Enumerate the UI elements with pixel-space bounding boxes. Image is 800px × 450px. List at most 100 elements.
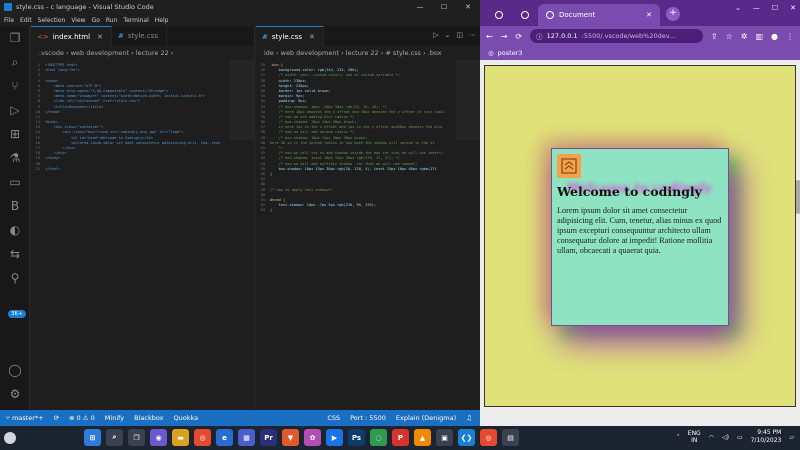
chrome-icon[interactable]: ◎	[194, 429, 211, 446]
close-tab-icon[interactable]: ✕	[309, 33, 315, 41]
menu-edit[interactable]: Edit	[20, 17, 32, 24]
reload-icon[interactable]: ⟳	[515, 32, 522, 41]
taskbar-search-icon[interactable]: ⌕	[106, 429, 123, 446]
run-icon[interactable]: ▷	[433, 31, 438, 39]
blackbox-icon[interactable]: B	[0, 194, 30, 218]
store-icon[interactable]: ▦	[238, 429, 255, 446]
language-mode[interactable]: CSS	[327, 414, 340, 422]
browser-tab-1[interactable]	[486, 4, 512, 26]
calculator-icon[interactable]: ▤	[502, 429, 519, 446]
remote-explorer-icon[interactable]: ▭	[0, 170, 30, 194]
menu-run[interactable]: Run	[106, 17, 118, 24]
settings-gear-icon[interactable]: ⚙	[0, 382, 30, 406]
code-line[interactable]: 53}	[256, 208, 480, 213]
volume-icon[interactable]: ◁)	[722, 434, 729, 441]
premiere-icon[interactable]: Pr	[260, 429, 277, 446]
minify-status[interactable]: Minify	[105, 414, 124, 422]
teams-chat-icon[interactable]: ◉	[150, 429, 167, 446]
notifications-icon[interactable]: ▱	[789, 434, 794, 441]
code-area-html[interactable]: 1 <!DOCTYPE html> 2 <html lang="en"> 3 4 <head…	[31, 60, 254, 172]
brave-icon[interactable]: ▼	[282, 429, 299, 446]
extensions-puzzle-icon[interactable]: ✲	[741, 32, 748, 41]
breadcrumb[interactable]: ide › web development › lecture 22 › # s…	[256, 46, 480, 60]
live-share-icon[interactable]: ⇆	[0, 242, 30, 266]
battery-icon[interactable]: ▭	[737, 434, 743, 441]
close-button[interactable]: ✕	[790, 4, 796, 12]
notifications-bell-icon[interactable]: ♫	[466, 414, 472, 422]
chrome-active-icon[interactable]: ◎	[480, 429, 497, 446]
blackbox-status[interactable]: Blackbox	[134, 414, 163, 422]
menu-selection[interactable]: Selection	[38, 17, 66, 24]
profile-avatar-icon[interactable]: ●	[771, 32, 778, 41]
wifi-icon[interactable]: ◠	[709, 434, 714, 441]
minimap[interactable]	[456, 60, 480, 140]
photoshop-icon[interactable]: Ps	[348, 429, 365, 446]
minimize-button[interactable]: —	[408, 0, 432, 14]
input-language[interactable]: ENG IN	[688, 430, 701, 444]
account-icon[interactable]: ◯	[0, 358, 30, 382]
code-area-css[interactable]: 25 .box {26 background-color: rgb(144, 23…	[256, 60, 480, 213]
address-bar[interactable]: ⓘ 127.0.0.1:5500/.vscode/web%20dev...	[530, 29, 703, 43]
menu-kebab-icon[interactable]: ⋮	[786, 32, 794, 41]
quokka-status[interactable]: Quokka	[174, 414, 199, 422]
task-view-icon[interactable]: ❐	[128, 429, 145, 446]
testing-icon[interactable]: ⚗	[0, 146, 30, 170]
menu-go[interactable]: Go	[92, 17, 100, 24]
tab-index-html[interactable]: <> index.html ✕	[31, 26, 112, 46]
branch-status[interactable]: ⑂ master*+	[6, 414, 44, 422]
file-explorer-icon[interactable]: ▬	[172, 429, 189, 446]
new-tab-button[interactable]: +	[666, 7, 680, 21]
forward-icon[interactable]: →	[501, 32, 508, 41]
meet-icon[interactable]: ▶	[326, 429, 343, 446]
vlc-icon[interactable]: ▲	[414, 429, 431, 446]
explorer-icon[interactable]: ❐	[0, 26, 30, 50]
maximize-button[interactable]: ☐	[772, 4, 778, 12]
quokka-icon[interactable]: ◐	[0, 218, 30, 242]
live-server-port[interactable]: Port : 5500	[350, 414, 386, 422]
chevron-down-icon[interactable]: ⌄	[445, 31, 451, 39]
tab-style-css-active[interactable]: # style.css ✕	[256, 26, 324, 46]
explain-status[interactable]: Explain (Denigma)	[396, 414, 456, 422]
maximize-button[interactable]: ☐	[432, 0, 456, 14]
breadcrumb[interactable]: .vscode › web development › lecture 22 ›	[31, 46, 254, 60]
close-button[interactable]: ✕	[456, 0, 480, 14]
search-icon[interactable]: ⌕	[0, 50, 30, 74]
weather-icon[interactable]	[4, 432, 16, 444]
more-actions-icon[interactable]: ⋯	[469, 31, 476, 39]
powerpoint-icon[interactable]: P	[392, 429, 409, 446]
menu-file[interactable]: File	[4, 17, 14, 24]
tab-search-icon[interactable]: ⌄	[735, 4, 741, 12]
split-editor-icon[interactable]: ◫	[456, 31, 463, 39]
ports-icon[interactable]: ⚲	[0, 266, 30, 290]
sync-icon[interactable]: ⟳	[54, 414, 59, 422]
app-icon[interactable]: ✿	[304, 429, 321, 446]
minimize-button[interactable]: —	[753, 4, 760, 12]
tab-style-css[interactable]: # style.css	[112, 26, 167, 46]
menu-terminal[interactable]: Terminal	[123, 17, 148, 24]
side-panel-icon[interactable]: ▥	[755, 32, 763, 41]
close-tab-icon[interactable]: ✕	[646, 11, 652, 19]
tray-chevron-up-icon[interactable]: ˄	[677, 434, 680, 441]
menu-help[interactable]: Help	[155, 17, 169, 24]
site-info-icon[interactable]: ⓘ	[536, 31, 543, 41]
extensions-icon[interactable]: ⊞	[0, 122, 30, 146]
app-tile-icon[interactable]: ▣	[436, 429, 453, 446]
menu-view[interactable]: View	[71, 17, 85, 24]
browser-tab-document[interactable]: Document ✕	[538, 4, 660, 26]
problems-status[interactable]: ⊗ 0 ⚠ 0	[69, 414, 95, 422]
clock[interactable]: 9:45 PM 7/10/2023	[751, 429, 782, 445]
scrollbar-thumb[interactable]	[796, 180, 800, 214]
back-icon[interactable]: ←	[486, 32, 493, 41]
close-tab-icon[interactable]: ✕	[97, 33, 103, 41]
whatsapp-icon[interactable]: ◌	[370, 429, 387, 446]
minimap[interactable]	[230, 60, 254, 140]
browser-tab-2[interactable]	[512, 4, 538, 26]
edge-icon[interactable]: e	[216, 429, 233, 446]
bookmark-poster3[interactable]: poster3	[498, 49, 523, 57]
share-icon[interactable]: ⇪	[711, 32, 718, 41]
bookmark-star-icon[interactable]: ☆	[726, 32, 733, 41]
source-control-icon[interactable]: ⑂	[0, 74, 30, 98]
start-windows-icon[interactable]: ⊞	[84, 429, 101, 446]
run-debug-icon[interactable]: ▷	[0, 98, 30, 122]
code-line[interactable]: 21 </html>	[31, 167, 254, 172]
